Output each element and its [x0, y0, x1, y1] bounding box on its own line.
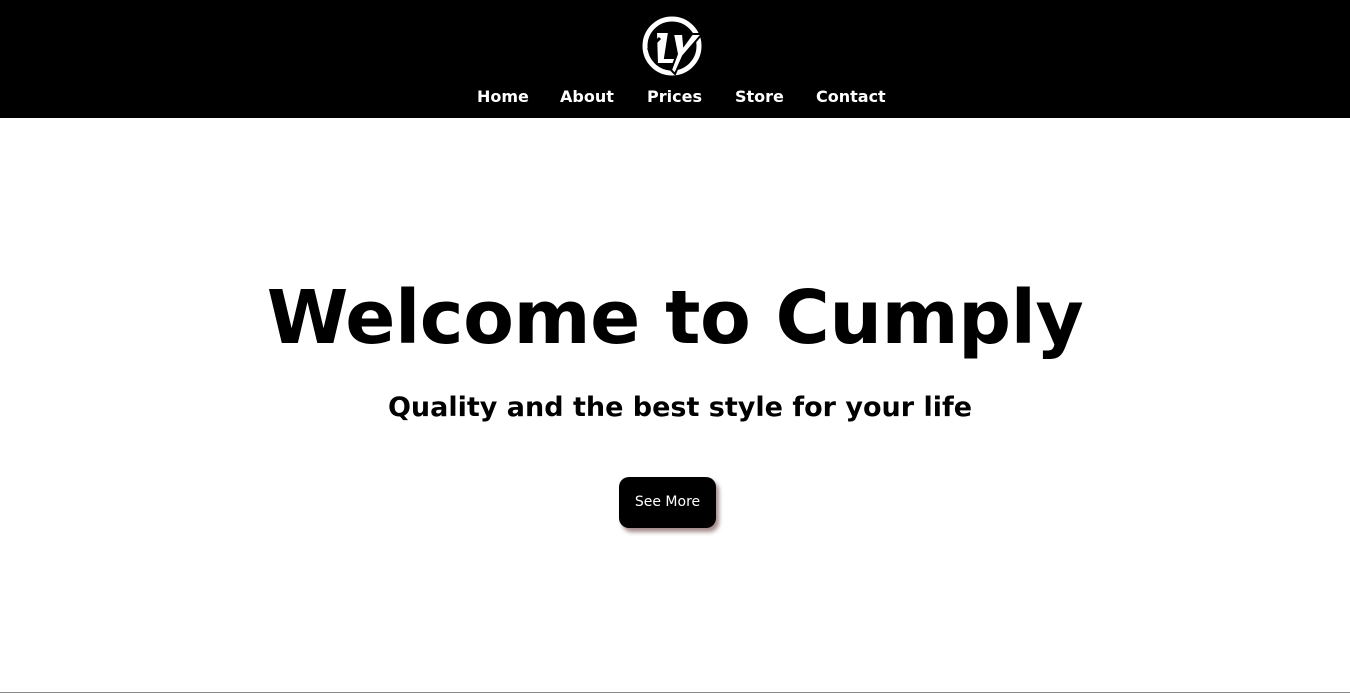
see-more-button[interactable]: See More [619, 477, 716, 528]
main-nav: Home About Prices Store Contact [0, 86, 1350, 108]
nav-link-prices[interactable]: Prices [647, 86, 702, 108]
page: Home About Prices Store Contact Welcome … [0, 0, 1350, 695]
nav-link-home[interactable]: Home [477, 86, 529, 108]
nav-link-contact[interactable]: Contact [816, 86, 886, 108]
hero-subtitle: Quality and the best style for your life [387, 392, 973, 423]
logo-icon[interactable] [640, 14, 704, 78]
site-header: Home About Prices Store Contact [0, 0, 1350, 118]
page-bottom-divider [0, 692, 1350, 693]
hero-title: Welcome to Cumply [266, 275, 1084, 361]
nav-link-about[interactable]: About [560, 86, 614, 108]
nav-link-store[interactable]: Store [735, 86, 784, 108]
